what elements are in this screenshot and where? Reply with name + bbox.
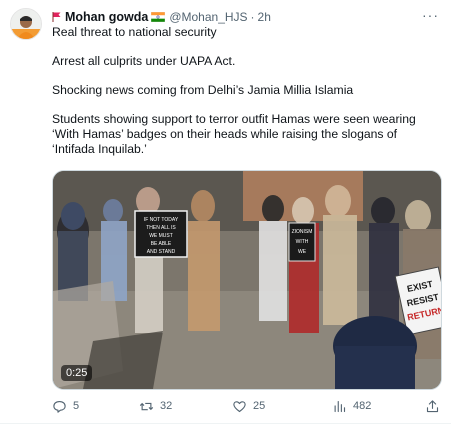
protest-sign-left: IF NOT TODAY THEN ALL IS WE MUST BE ABLE… [134, 210, 188, 258]
share-button[interactable] [425, 399, 446, 414]
separator-dot: · [250, 10, 255, 24]
video-player[interactable]: IF NOT TODAY THEN ALL IS WE MUST BE ABLE… [52, 170, 442, 390]
heart-icon [233, 400, 246, 412]
svg-text:IF NOT TODAY: IF NOT TODAY [144, 217, 179, 223]
tweet-line-2: Arrest all culprits under UAPA Act. [52, 54, 236, 68]
reply-icon [53, 400, 66, 413]
avatar[interactable] [10, 8, 42, 40]
tweet-line-4: Students showing support to terror outfi… [52, 112, 416, 156]
video-frame: IF NOT TODAY THEN ALL IS WE MUST BE ABLE… [53, 171, 441, 389]
avatar-image [11, 9, 41, 39]
retweet-button[interactable]: 32 [139, 399, 172, 414]
like-count: 25 [253, 400, 266, 412]
protest-sign-center: ZIONISM WITH WE [288, 222, 316, 262]
more-horizontal-icon[interactable]: ··· [422, 7, 439, 23]
retweet-count: 32 [160, 400, 173, 412]
svg-text:WITH: WITH [296, 239, 309, 245]
share-icon [426, 399, 439, 412]
tweet[interactable]: Mohan gowda @Mohan_HJS · 2h ··· Real thr… [0, 0, 451, 424]
reply-button[interactable]: 5 [52, 399, 79, 414]
svg-text:BE ABLE: BE ABLE [151, 241, 172, 247]
tweet-header: Mohan gowda @Mohan_HJS · 2h [52, 8, 441, 26]
svg-text:ZIONISM: ZIONISM [292, 229, 313, 235]
svg-text:AND STAND: AND STAND [147, 249, 176, 255]
author-name[interactable]: Mohan gowda [65, 10, 148, 24]
svg-text:WE: WE [298, 249, 307, 255]
svg-text:WE MUST: WE MUST [149, 233, 173, 239]
like-button[interactable]: 25 [232, 399, 265, 414]
bar-chart-icon [334, 400, 346, 412]
tweet-line-1: Real threat to national security [52, 25, 217, 39]
svg-text:THEN ALL IS: THEN ALL IS [146, 225, 176, 231]
tweet-text: Real threat to national security Arrest … [52, 25, 437, 157]
tweet-line-3: Shocking news coming from Delhi’s Jamia … [52, 83, 354, 97]
action-bar: 5 32 25 482 [52, 397, 439, 415]
video-duration: 0:25 [61, 365, 93, 381]
author-handle[interactable]: @Mohan_HJS [169, 10, 247, 24]
timestamp[interactable]: 2h [258, 10, 271, 24]
india-flag-icon [151, 12, 166, 22]
reply-count: 5 [73, 400, 80, 412]
red-flag-icon [52, 12, 61, 22]
views-count: 482 [353, 400, 372, 412]
retweet-icon [139, 402, 154, 410]
views-button[interactable]: 482 [332, 399, 371, 414]
